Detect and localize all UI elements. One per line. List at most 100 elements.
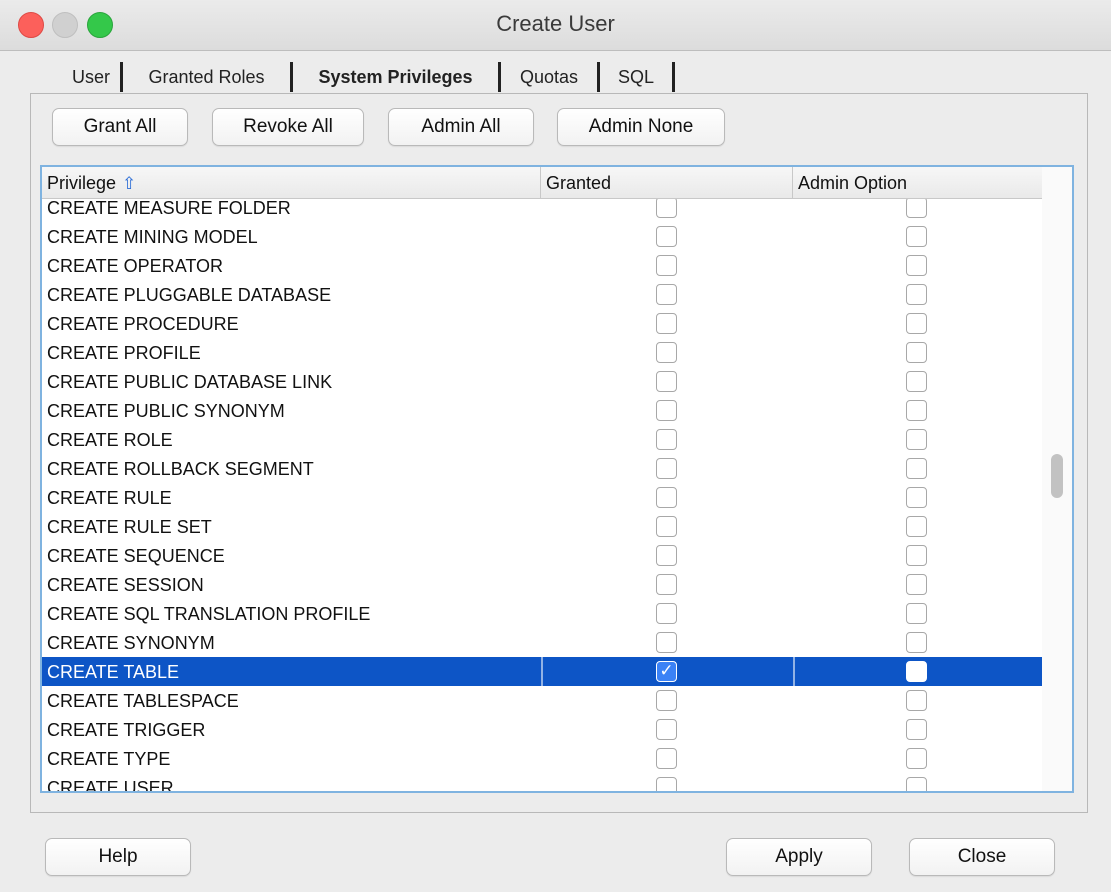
apply-button[interactable]: Apply [726, 838, 872, 876]
admin-option-checkbox[interactable] [906, 632, 927, 653]
table-row[interactable]: CREATE PLUGGABLE DATABASE [42, 280, 1042, 309]
granted-checkbox[interactable] [656, 690, 677, 711]
admin-option-checkbox[interactable] [906, 197, 927, 218]
admin-option-checkbox[interactable] [906, 313, 927, 334]
column-separator [541, 657, 543, 686]
table-row[interactable]: CREATE TABLE ✓ [42, 657, 1042, 686]
privilege-name: CREATE PROCEDURE [47, 314, 239, 334]
table-row[interactable]: CREATE SESSION [42, 570, 1042, 599]
granted-checkbox[interactable] [656, 574, 677, 595]
privileges-table-body: CREATE MEASURE FOLDER CREATE MINING MODEL… [42, 193, 1042, 793]
table-row[interactable]: CREATE TABLESPACE [42, 686, 1042, 715]
admin-option-checkbox[interactable] [906, 255, 927, 276]
granted-checkbox[interactable] [656, 487, 677, 508]
tab-quotas[interactable]: Quotas [501, 62, 600, 92]
revoke-all-button[interactable]: Revoke All [212, 108, 364, 146]
column-header-admin-option[interactable]: Admin Option [793, 167, 1043, 198]
admin-option-checkbox[interactable] [906, 690, 927, 711]
table-row[interactable]: CREATE ROLE [42, 425, 1042, 454]
table-row[interactable]: CREATE PROFILE [42, 338, 1042, 367]
column-header-granted[interactable]: Granted [541, 167, 793, 198]
table-row[interactable]: CREATE OPERATOR [42, 251, 1042, 280]
sort-ascending-arrow-icon: ⇧ [122, 174, 137, 193]
admin-option-checkbox[interactable] [906, 719, 927, 740]
privilege-name: CREATE PUBLIC DATABASE LINK [47, 372, 333, 392]
privilege-name: CREATE PLUGGABLE DATABASE [47, 285, 332, 305]
admin-option-checkbox[interactable] [906, 284, 927, 305]
granted-checkbox[interactable] [656, 342, 677, 363]
table-row[interactable]: CREATE USER [42, 773, 1042, 793]
privileges-table: CREATE MEASURE FOLDER CREATE MINING MODEL… [40, 165, 1074, 793]
admin-option-checkbox[interactable] [906, 429, 927, 450]
admin-option-checkbox[interactable] [906, 748, 927, 769]
table-row[interactable]: CREATE MINING MODEL [42, 222, 1042, 251]
privilege-name: CREATE SESSION [47, 575, 204, 595]
privilege-name: CREATE TABLE [47, 662, 180, 682]
table-row[interactable]: CREATE RULE SET [42, 512, 1042, 541]
close-button[interactable]: Close [909, 838, 1055, 876]
admin-option-checkbox[interactable] [906, 400, 927, 421]
admin-option-checkbox[interactable] [906, 342, 927, 363]
granted-checkbox[interactable] [656, 226, 677, 247]
title-bar: Create User [0, 0, 1111, 51]
granted-checkbox[interactable] [656, 516, 677, 537]
granted-checkbox[interactable] [656, 632, 677, 653]
column-header-privilege[interactable]: Privilege ⇧ [42, 167, 541, 198]
granted-checkbox[interactable] [656, 313, 677, 334]
granted-checkbox[interactable] [656, 429, 677, 450]
admin-option-checkbox[interactable] [906, 603, 927, 624]
privilege-name: CREATE PUBLIC SYNONYM [47, 401, 285, 421]
admin-all-button[interactable]: Admin All [388, 108, 534, 146]
granted-checkbox[interactable] [656, 777, 677, 791]
privilege-name: CREATE ROLLBACK SEGMENT [47, 459, 314, 479]
tab-system-privileges[interactable]: System Privileges [293, 62, 501, 92]
admin-option-checkbox[interactable] [906, 777, 927, 791]
admin-option-checkbox[interactable] [906, 226, 927, 247]
window-title: Create User [496, 11, 615, 36]
admin-option-checkbox[interactable] [906, 661, 927, 682]
granted-checkbox[interactable] [656, 255, 677, 276]
privilege-name: CREATE SYNONYM [47, 633, 215, 653]
tab-sql[interactable]: SQL [600, 62, 675, 92]
granted-checkbox[interactable] [656, 603, 677, 624]
granted-checkbox[interactable] [656, 748, 677, 769]
table-row[interactable]: CREATE SEQUENCE [42, 541, 1042, 570]
granted-checkbox[interactable] [656, 545, 677, 566]
granted-checkbox[interactable]: ✓ [656, 661, 677, 682]
privilege-name: CREATE RULE SET [47, 517, 212, 537]
tab-user[interactable]: User [62, 62, 123, 92]
granted-checkbox[interactable] [656, 197, 677, 218]
granted-checkbox[interactable] [656, 719, 677, 740]
granted-checkbox[interactable] [656, 400, 677, 421]
table-row[interactable]: CREATE PROCEDURE [42, 309, 1042, 338]
table-row[interactable]: CREATE TYPE [42, 744, 1042, 773]
admin-option-checkbox[interactable] [906, 487, 927, 508]
table-row[interactable]: CREATE SQL TRANSLATION PROFILE [42, 599, 1042, 628]
scrollbar-thumb[interactable] [1051, 454, 1063, 498]
admin-option-checkbox[interactable] [906, 545, 927, 566]
privilege-name: CREATE USER [47, 778, 174, 793]
table-row[interactable]: CREATE PUBLIC SYNONYM [42, 396, 1042, 425]
privilege-name: CREATE SQL TRANSLATION PROFILE [47, 604, 371, 624]
admin-none-button[interactable]: Admin None [557, 108, 725, 146]
vertical-scrollbar[interactable] [1042, 167, 1072, 791]
tab-granted-roles[interactable]: Granted Roles [123, 62, 293, 92]
admin-option-checkbox[interactable] [906, 574, 927, 595]
admin-option-checkbox[interactable] [906, 371, 927, 392]
table-row[interactable]: CREATE ROLLBACK SEGMENT [42, 454, 1042, 483]
table-row[interactable]: CREATE PUBLIC DATABASE LINK [42, 367, 1042, 396]
privilege-header-label: Privilege [47, 173, 117, 193]
granted-checkbox[interactable] [656, 371, 677, 392]
admin-option-checkbox[interactable] [906, 516, 927, 537]
table-row[interactable]: CREATE SYNONYM [42, 628, 1042, 657]
table-row[interactable]: CREATE TRIGGER [42, 715, 1042, 744]
table-row[interactable]: CREATE RULE [42, 483, 1042, 512]
admin-option-checkbox[interactable] [906, 458, 927, 479]
privilege-name: CREATE TRIGGER [47, 720, 206, 740]
grant-all-button[interactable]: Grant All [52, 108, 188, 146]
column-separator [793, 657, 795, 686]
granted-checkbox[interactable] [656, 284, 677, 305]
granted-checkbox[interactable] [656, 458, 677, 479]
help-button[interactable]: Help [45, 838, 191, 876]
privilege-name: CREATE MINING MODEL [47, 227, 258, 247]
